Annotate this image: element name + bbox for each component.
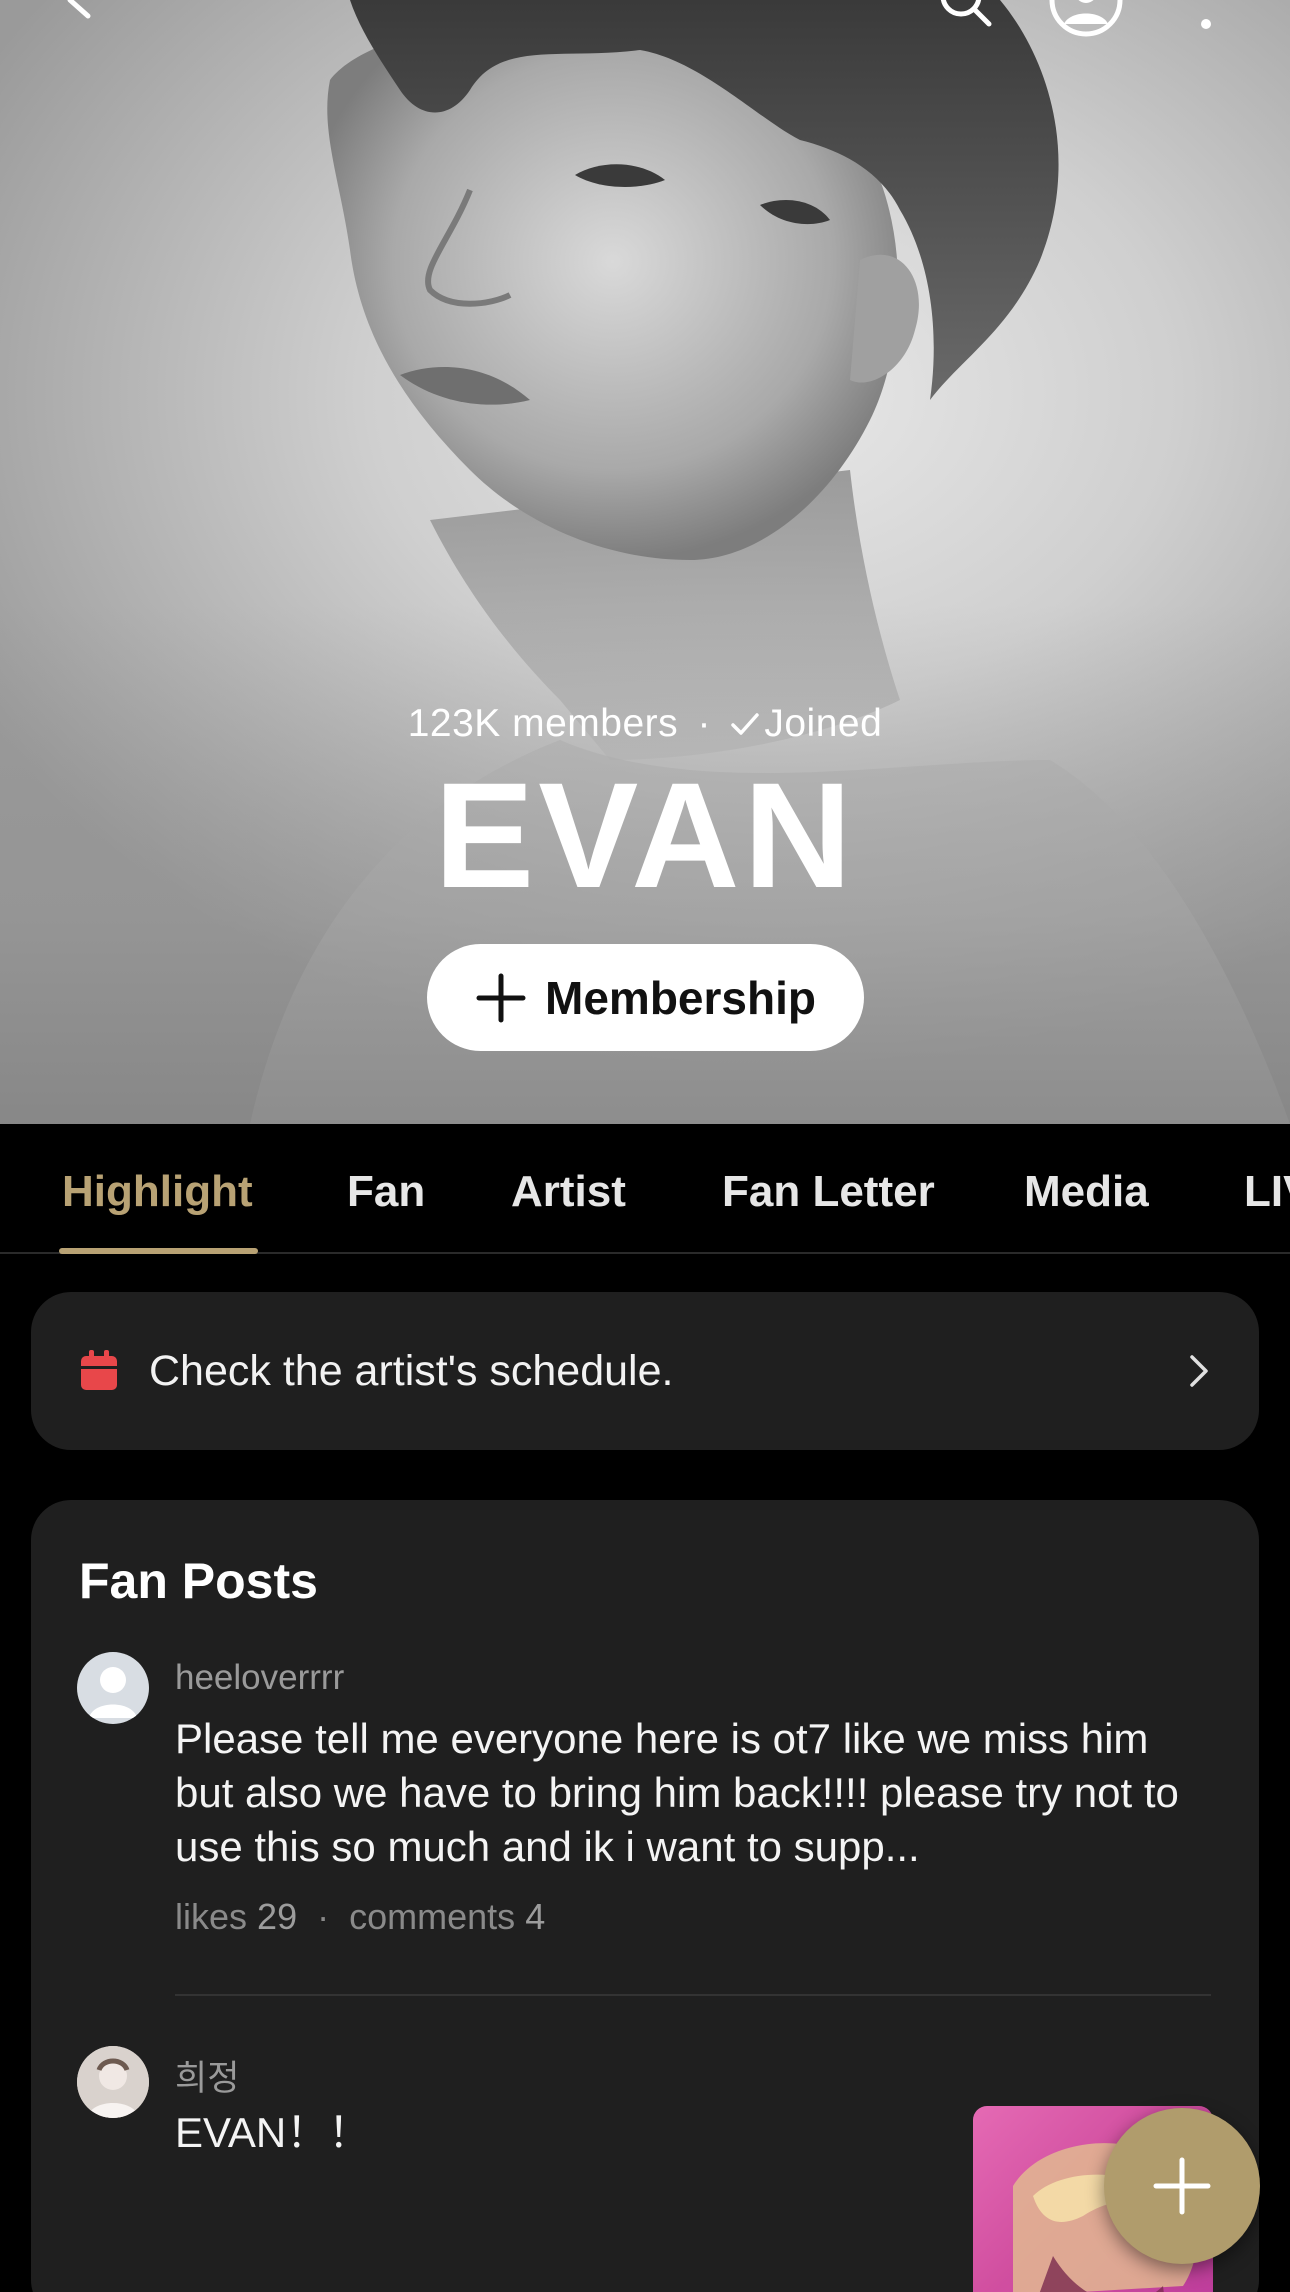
search-icon[interactable] (925, 0, 1005, 40)
chevron-right-icon (1190, 1355, 1208, 1387)
tab-artist[interactable]: Artist (511, 1162, 626, 1222)
members-count: 123K members (407, 702, 679, 745)
joined-label: Joined (764, 702, 883, 745)
create-post-button[interactable] (1104, 2108, 1260, 2264)
tab-highlight[interactable]: Highlight (62, 1162, 253, 1222)
separator-dot: · (697, 702, 711, 745)
tab-live[interactable]: LIVE (1244, 1162, 1290, 1222)
artist-name: EVAN (434, 751, 856, 919)
active-tab-indicator (59, 1248, 258, 1254)
user-photo-avatar (77, 2046, 149, 2118)
likes-label: likes (175, 1896, 248, 1937)
schedule-banner[interactable]: Check the artist's schedule. (31, 1292, 1259, 1450)
membership-label: Membership (545, 971, 816, 1024)
check-icon (731, 713, 760, 735)
post-username[interactable]: 희정 (175, 2050, 239, 2101)
more-icon[interactable] (1166, 0, 1246, 40)
community-tabs: Highlight Fan Artist Fan Letter Media LI… (0, 1124, 1290, 1254)
profile-icon[interactable] (1046, 0, 1126, 40)
plus-icon (476, 973, 526, 1022)
artist-hero: 123K members · Joined EVAN Membership (0, 0, 1290, 1124)
post-username[interactable]: heeloverrrr (175, 1658, 344, 1698)
schedule-label: Check the artist's schedule. (149, 1346, 674, 1395)
back-icon[interactable] (40, 0, 120, 40)
calendar-icon (81, 1350, 117, 1390)
avatar[interactable] (77, 1652, 149, 1724)
stats-separator: · (317, 1896, 330, 1937)
post-divider (175, 1994, 1211, 1996)
plus-icon (1153, 2157, 1211, 2215)
tab-fan-letter[interactable]: Fan Letter (722, 1162, 935, 1222)
top-bar (0, 0, 1290, 40)
membership-button[interactable]: Membership (427, 944, 864, 1051)
tab-fan[interactable]: Fan (347, 1162, 425, 1222)
tab-media[interactable]: Media (1024, 1162, 1149, 1222)
avatar[interactable] (77, 2046, 149, 2118)
fan-posts-title: Fan Posts (79, 1553, 318, 1609)
post-stats: likes 29 · comments 4 (175, 1896, 545, 1938)
comments-count: 4 (525, 1896, 546, 1937)
fan-posts-card: Fan Posts heeloverrrr Please tell me eve… (31, 1500, 1259, 2292)
default-avatar-icon (89, 1667, 137, 1718)
post-body: EVAN！！ (175, 2109, 371, 2156)
post-body: Please tell me everyone here is ot7 like… (175, 1715, 1179, 1870)
membership-summary: 123K members · Joined (0, 702, 1290, 746)
comments-label: comments (349, 1896, 516, 1937)
likes-count: 29 (257, 1896, 298, 1937)
